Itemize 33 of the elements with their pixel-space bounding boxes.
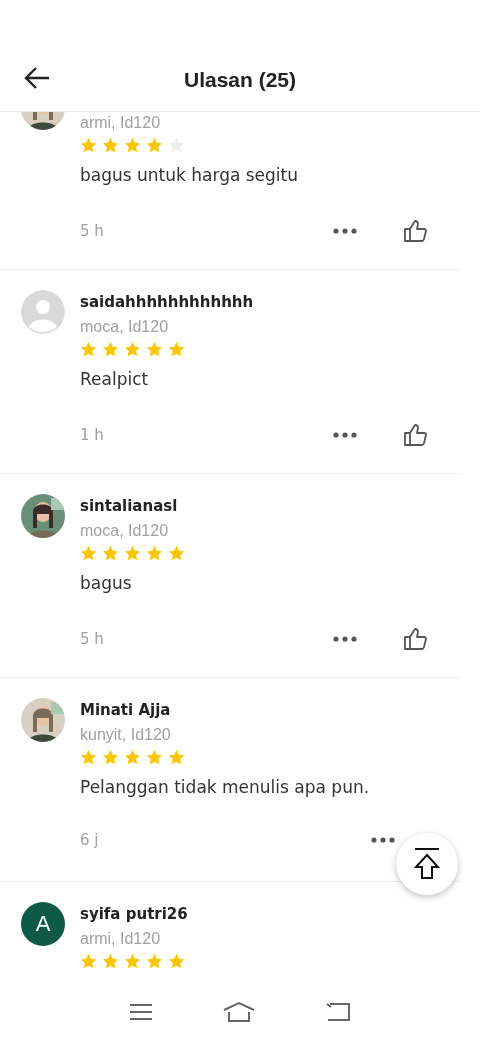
- scroll-to-top-button[interactable]: [396, 833, 458, 895]
- review-time: 5 h: [80, 222, 105, 240]
- product-variant: armi, Id120: [80, 113, 161, 133]
- thumbs-up-icon[interactable]: [403, 219, 427, 243]
- product-variant: kunyit, Id120: [80, 725, 171, 745]
- home-icon[interactable]: [222, 1001, 256, 1023]
- review-text: Realpict: [80, 368, 149, 391]
- product-variant: moca, Id120: [80, 317, 169, 337]
- page-title: Ulasan (25): [182, 67, 297, 92]
- reviewer-name: sintalianasl: [80, 496, 178, 517]
- default-avatar-icon: [21, 290, 65, 334]
- review-time: 6 j: [80, 831, 100, 849]
- back-icon[interactable]: [324, 1002, 351, 1022]
- more-options-icon[interactable]: [333, 636, 357, 642]
- review-text: bagus: [80, 572, 132, 595]
- thumbs-up-icon[interactable]: [403, 423, 427, 447]
- more-options-icon[interactable]: [333, 228, 357, 234]
- reviewer-name: saidahhhhhhhhhhhh: [80, 292, 254, 313]
- review-text: bagus untuk harga segitu: [80, 164, 299, 187]
- product-variant: armi, Id120: [80, 929, 161, 949]
- menu-icon[interactable]: [129, 1003, 154, 1021]
- reviewer-name: syifa putri26: [80, 904, 188, 925]
- review-time: 5 h: [80, 630, 105, 648]
- avatar-letter: A: [21, 902, 65, 946]
- reviewer-name: Minati Ajja: [80, 700, 171, 721]
- thumbs-up-icon[interactable]: [403, 627, 427, 651]
- product-variant: moca, Id120: [80, 521, 169, 541]
- review-time: 1 h: [80, 426, 105, 444]
- more-options-icon[interactable]: [333, 432, 357, 438]
- review-text: Pelanggan tidak menulis apa pun.: [80, 776, 370, 799]
- more-options-icon[interactable]: [371, 837, 395, 843]
- back-arrow-icon[interactable]: [23, 66, 51, 90]
- up-arrow-icon: [412, 847, 442, 881]
